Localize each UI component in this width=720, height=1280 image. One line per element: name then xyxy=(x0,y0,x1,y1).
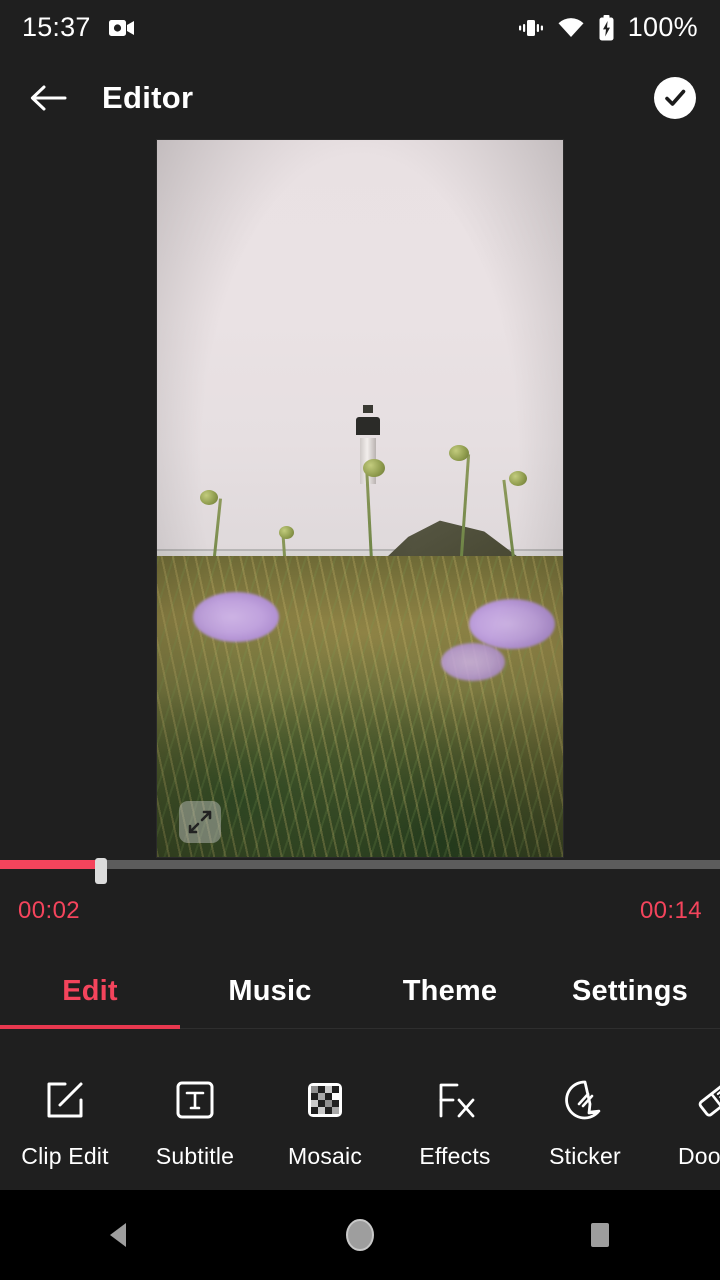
app-bar: Editor xyxy=(0,55,720,140)
tool-label: Subtitle xyxy=(156,1143,234,1170)
status-left-icons xyxy=(109,18,135,38)
status-bar: 15:37 100% xyxy=(0,0,720,55)
vibrate-icon xyxy=(518,16,544,40)
tool-label: Sticker xyxy=(549,1143,621,1170)
confirm-button[interactable] xyxy=(654,77,696,119)
tab-settings[interactable]: Settings xyxy=(540,975,720,1008)
tool-doodle[interactable]: Doodle xyxy=(650,1073,720,1170)
mosaic-grid-icon xyxy=(298,1073,352,1127)
nav-home-circle-icon xyxy=(343,1216,377,1254)
nav-recents-square-icon xyxy=(585,1218,615,1252)
tool-mosaic[interactable]: Mosaic xyxy=(260,1073,390,1170)
tool-effects[interactable]: Effects xyxy=(390,1073,520,1170)
nav-home-button[interactable] xyxy=(325,1200,395,1270)
tool-clip-edit[interactable]: Clip Edit xyxy=(0,1073,130,1170)
tool-label: Clip Edit xyxy=(21,1143,108,1170)
android-nav-bar xyxy=(0,1190,720,1280)
video-frame[interactable] xyxy=(157,140,563,857)
tab-active-indicator xyxy=(0,1025,180,1029)
doodle-eraser-icon xyxy=(688,1073,720,1127)
battery-percent-label: 100% xyxy=(628,12,698,43)
expand-fullscreen-button[interactable] xyxy=(179,801,221,843)
wifi-icon xyxy=(557,17,585,39)
camcorder-icon xyxy=(109,18,135,38)
page-title: Editor xyxy=(102,80,193,116)
clip-edit-icon xyxy=(38,1073,92,1127)
check-circle-icon xyxy=(662,85,688,111)
nav-recents-button[interactable] xyxy=(565,1200,635,1270)
total-time-label: 00:14 xyxy=(640,897,702,925)
tool-label: Effects xyxy=(419,1143,490,1170)
tab-theme[interactable]: Theme xyxy=(360,975,540,1008)
nav-back-triangle-icon xyxy=(103,1218,137,1252)
back-button[interactable] xyxy=(24,74,72,122)
video-preview-area[interactable] xyxy=(0,140,720,858)
tab-bar: Edit Music Theme Settings xyxy=(0,954,720,1029)
battery-charging-icon xyxy=(598,15,615,41)
effects-fx-icon xyxy=(428,1073,482,1127)
time-row: 00:02 00:14 xyxy=(0,872,720,932)
video-progress-bar[interactable] xyxy=(0,858,720,872)
sticker-icon xyxy=(558,1073,612,1127)
tool-label: Doodle xyxy=(678,1143,720,1170)
tool-label: Mosaic xyxy=(288,1143,362,1170)
current-time-label: 00:02 xyxy=(18,897,80,925)
progress-fill xyxy=(0,860,101,869)
tool-sticker[interactable]: Sticker xyxy=(520,1073,650,1170)
tool-subtitle[interactable]: Subtitle xyxy=(130,1073,260,1170)
status-right-icons: 100% xyxy=(518,12,698,43)
progress-thumb[interactable] xyxy=(95,858,107,884)
tab-edit[interactable]: Edit xyxy=(0,975,180,1008)
arrow-left-icon xyxy=(29,83,67,113)
expand-arrows-icon xyxy=(187,809,213,835)
vignette-overlay xyxy=(157,140,563,857)
nav-back-button[interactable] xyxy=(85,1200,155,1270)
tab-music[interactable]: Music xyxy=(180,975,360,1008)
status-time: 15:37 xyxy=(22,12,91,43)
subtitle-text-icon xyxy=(168,1073,222,1127)
progress-track[interactable] xyxy=(0,860,720,869)
